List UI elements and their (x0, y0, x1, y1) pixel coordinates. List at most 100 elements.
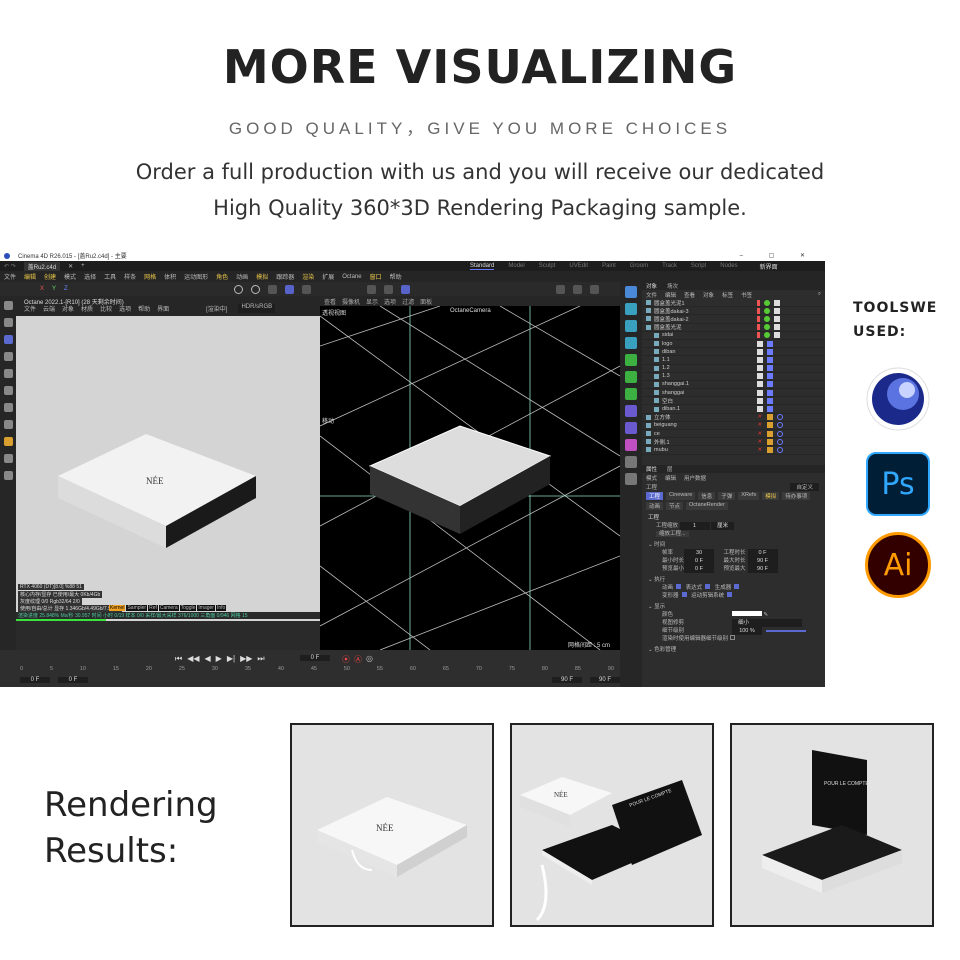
attr-tab[interactable]: 子弹 (718, 492, 736, 500)
om-menu-item[interactable]: 对象 (703, 291, 714, 299)
octane-menu-item[interactable]: 材质 (81, 304, 93, 313)
min-time-field[interactable]: 0 F (684, 557, 714, 565)
om-menu-item[interactable]: 标签 (722, 291, 733, 299)
cloner-icon[interactable] (625, 354, 637, 366)
light-icon[interactable] (625, 456, 637, 468)
menu-item[interactable]: 样条 (124, 272, 136, 281)
go-start-button[interactable]: ⏮ (175, 654, 182, 664)
attr-tab[interactable]: 动画 (646, 502, 664, 510)
generators-checkbox[interactable] (734, 584, 740, 589)
menu-item[interactable]: Octane (342, 274, 361, 280)
text-icon[interactable] (625, 337, 637, 349)
pen-icon[interactable] (3, 471, 13, 480)
menu-item[interactable]: 动画 (236, 272, 248, 281)
menu-item[interactable]: 网格 (144, 272, 156, 281)
lod-slider[interactable] (766, 630, 806, 632)
next-key-button[interactable]: ▶▶ (240, 654, 252, 664)
animation-checkbox[interactable] (676, 584, 682, 589)
keyframe-icon[interactable]: ◎ (366, 654, 373, 665)
lod-field[interactable]: 100 % (732, 627, 762, 635)
render-icon[interactable] (233, 284, 243, 294)
menu-item[interactable]: 选择 (84, 272, 96, 281)
object-row[interactable]: beiguang ✕ (642, 422, 825, 430)
window-controls[interactable]: – ▢ ✕ (740, 252, 817, 259)
preview-start-field[interactable]: 0 F (58, 677, 88, 683)
file-tab[interactable]: 盖Ru2.c4d (23, 261, 61, 271)
search-icon[interactable]: ⌕ (818, 291, 821, 298)
plane-icon[interactable] (625, 303, 637, 315)
magnet-icon[interactable] (366, 284, 376, 294)
unit-select[interactable]: 厘米 (711, 522, 735, 530)
transform-icon[interactable] (3, 386, 13, 395)
timeline[interactable]: ⏮ ◀◀ ◀ ▶ ▶| ▶▶ ⏭ 0 F ⦿ Ⓐ ◎ 0 5 10 15 20 25 30 35 40 45 50 5… (0, 650, 620, 687)
clapper-icon[interactable] (555, 284, 565, 294)
octane-menu-item[interactable]: 云端 (43, 304, 55, 313)
viewport-menu-item[interactable]: 面板 (420, 297, 432, 306)
x-axis-toggle[interactable]: X (40, 286, 44, 292)
color-mode-select[interactable]: HDR/sRGB (238, 304, 276, 313)
model-mode-icon[interactable] (284, 284, 294, 294)
octane-tag[interactable]: Kernel (109, 605, 126, 611)
tab-objects[interactable]: 对象 (646, 282, 657, 290)
object-row[interactable]: 1.2 (642, 365, 825, 373)
octane-tag[interactable]: Toggle (179, 605, 197, 611)
preview-min-field[interactable]: 0 F (684, 565, 714, 573)
octane-menu-item[interactable]: 帮助 (138, 304, 150, 313)
eyedropper-icon[interactable]: ✎ (764, 612, 769, 618)
tab-layers[interactable]: 层 (667, 465, 673, 473)
object-row[interactable]: 立方体 ✕ (642, 414, 825, 422)
rotate-icon[interactable] (3, 352, 13, 361)
layout-tab[interactable]: Nodes (720, 263, 737, 269)
menu-item[interactable]: 运动图形 (184, 272, 208, 281)
layout-tab[interactable]: UVEdit (569, 263, 588, 269)
attr-menu-item[interactable]: 模式 (646, 474, 657, 482)
perspective-viewport[interactable]: 查看 摄像机 显示 选项 过滤 面板 透视视图 OctaneCamera 移动 … (320, 296, 620, 650)
layout-tab[interactable]: Groom (630, 263, 648, 269)
grid-icon[interactable] (383, 284, 393, 294)
menu-item[interactable]: 工具 (104, 272, 116, 281)
field-icon[interactable] (625, 422, 637, 434)
om-menu-item[interactable]: 查看 (684, 291, 695, 299)
viewport-menu-item[interactable]: 过滤 (402, 297, 414, 306)
attr-tab[interactable]: 待办事项 (782, 492, 811, 500)
object-row[interactable]: 空白 (642, 397, 825, 406)
object-row[interactable]: 1.3 (642, 373, 825, 381)
time-group[interactable]: 时间 (654, 542, 665, 548)
attr-menu-item[interactable]: 用户数据 (684, 474, 706, 482)
attr-tab[interactable]: 信息 (698, 492, 716, 500)
attr-tab[interactable]: XRefs (738, 492, 760, 500)
paint-icon[interactable] (3, 437, 13, 446)
render-region-icon[interactable] (250, 284, 260, 294)
move-icon[interactable] (3, 335, 13, 344)
project-time-field[interactable]: 0 F (747, 549, 778, 557)
prev-frame-button[interactable]: ◀ (205, 654, 211, 664)
tab-attributes[interactable]: 属性 (646, 465, 657, 473)
scale-icon[interactable] (3, 369, 13, 378)
object-row[interactable]: logo (642, 340, 825, 349)
environment-icon[interactable] (625, 473, 637, 485)
tab-takes[interactable]: 场次 (667, 282, 678, 290)
object-row[interactable]: shanggai.1 (642, 381, 825, 390)
max-time-field[interactable]: 90 F (747, 557, 778, 565)
spline-icon[interactable] (625, 439, 637, 451)
octane-menu-item[interactable]: 选项 (119, 304, 131, 313)
octane-tag[interactable]: Sampler (126, 605, 148, 611)
expressions-checkbox[interactable] (705, 584, 711, 589)
attr-tab[interactable]: OctaneRender (686, 502, 728, 510)
fps-field[interactable]: 30 (684, 549, 714, 557)
end-frame-field[interactable]: 90 F (590, 677, 620, 683)
object-row[interactable]: 外侧.1 ✕ (642, 438, 825, 447)
preview-end-field[interactable]: 90 F (552, 677, 582, 683)
attr-tab[interactable]: Cineware (666, 492, 696, 500)
deformers-checkbox[interactable] (681, 592, 687, 597)
attr-menu-item[interactable]: 编辑 (665, 474, 676, 482)
octane-tag[interactable]: Camera (158, 605, 179, 611)
scale-project-button[interactable]: 缩放工程... (656, 531, 689, 537)
render-settings-icon[interactable] (589, 284, 599, 294)
preset-select[interactable]: 自定义 (790, 482, 819, 491)
viewport-menu-item[interactable]: 摄像机 (342, 297, 360, 306)
viewport-menu-item[interactable]: 显示 (366, 297, 378, 306)
menu-item[interactable]: 窗口 (370, 272, 382, 281)
layout-tab[interactable]: Model (508, 263, 524, 269)
om-menu-item[interactable]: 书签 (741, 291, 752, 299)
